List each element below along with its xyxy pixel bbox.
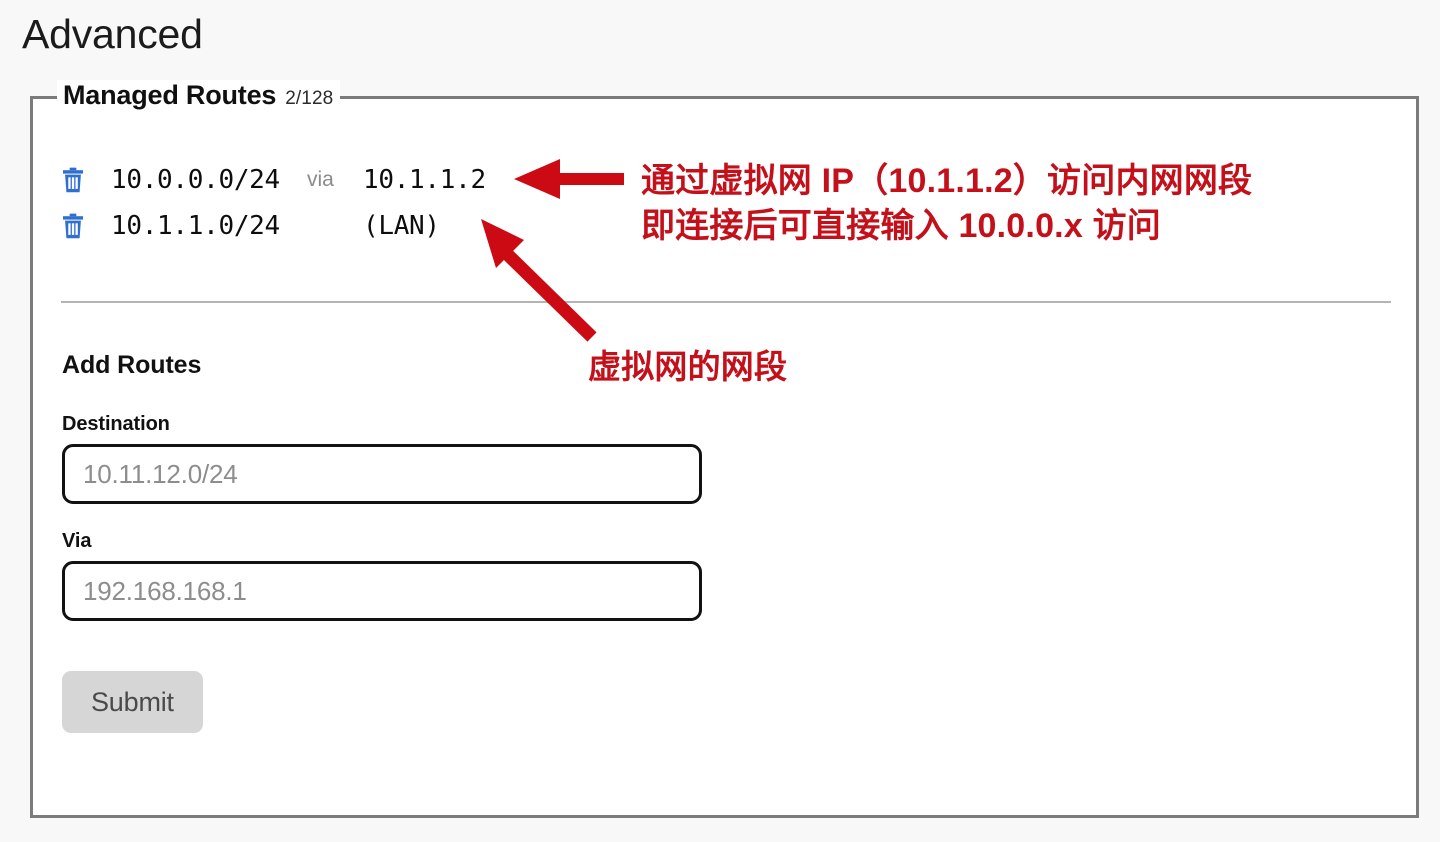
- route-via-label: via: [307, 168, 334, 191]
- destination-input[interactable]: [62, 444, 702, 504]
- trash-icon[interactable]: [62, 213, 84, 239]
- route-via-value: (LAN): [363, 211, 440, 241]
- via-input[interactable]: [62, 561, 702, 621]
- route-via-value: 10.1.1.2: [363, 165, 486, 195]
- route-destination: 10.1.1.0/24: [111, 211, 280, 241]
- destination-label: Destination: [62, 413, 170, 435]
- managed-routes-list: 10.0.0.0/24 via 10.1.1.2 10.1.1.0/24 (LA…: [62, 157, 582, 249]
- submit-button[interactable]: Submit: [62, 671, 203, 733]
- section-divider: [61, 301, 1391, 303]
- managed-routes-legend: Managed Routes 2/128: [57, 80, 341, 114]
- table-row: 10.1.1.0/24 (LAN): [62, 203, 582, 249]
- managed-routes-title: Managed Routes: [63, 80, 277, 110]
- advanced-settings-page: Advanced Managed Routes 2/128 10.0.0.0/2…: [0, 0, 1440, 842]
- managed-routes-count: 2/128: [285, 88, 334, 109]
- add-routes-form: Add Routes Destination Via Submit: [62, 351, 722, 733]
- trash-icon[interactable]: [62, 167, 84, 193]
- route-destination: 10.0.0.0/24: [111, 165, 280, 195]
- managed-routes-panel: Managed Routes 2/128 10.0.0.0/24 via 10.…: [30, 80, 1419, 818]
- via-label: Via: [62, 530, 92, 552]
- page-title: Advanced: [22, 11, 203, 57]
- add-routes-heading: Add Routes: [62, 351, 202, 379]
- table-row: 10.0.0.0/24 via 10.1.1.2: [62, 157, 582, 203]
